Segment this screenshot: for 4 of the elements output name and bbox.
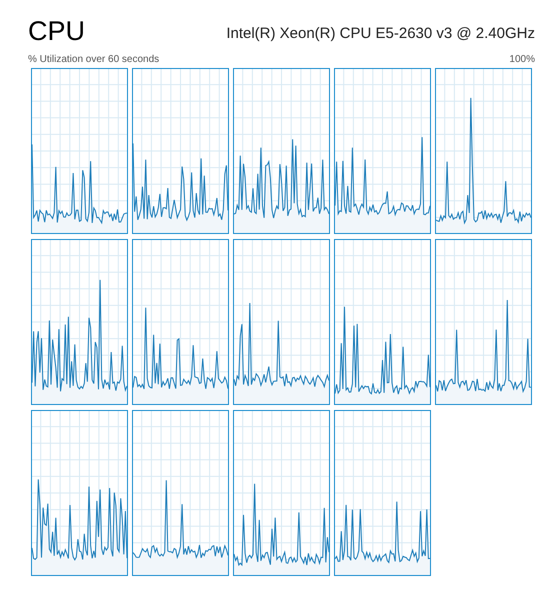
- section-title: CPU: [28, 15, 86, 48]
- processor-name: Intel(R) Xeon(R) CPU E5-2630 v3 @ 2.40GHz: [226, 24, 535, 44]
- graph-caption: % Utilization over 60 seconds: [28, 54, 160, 66]
- scale-label: 100%: [509, 54, 535, 66]
